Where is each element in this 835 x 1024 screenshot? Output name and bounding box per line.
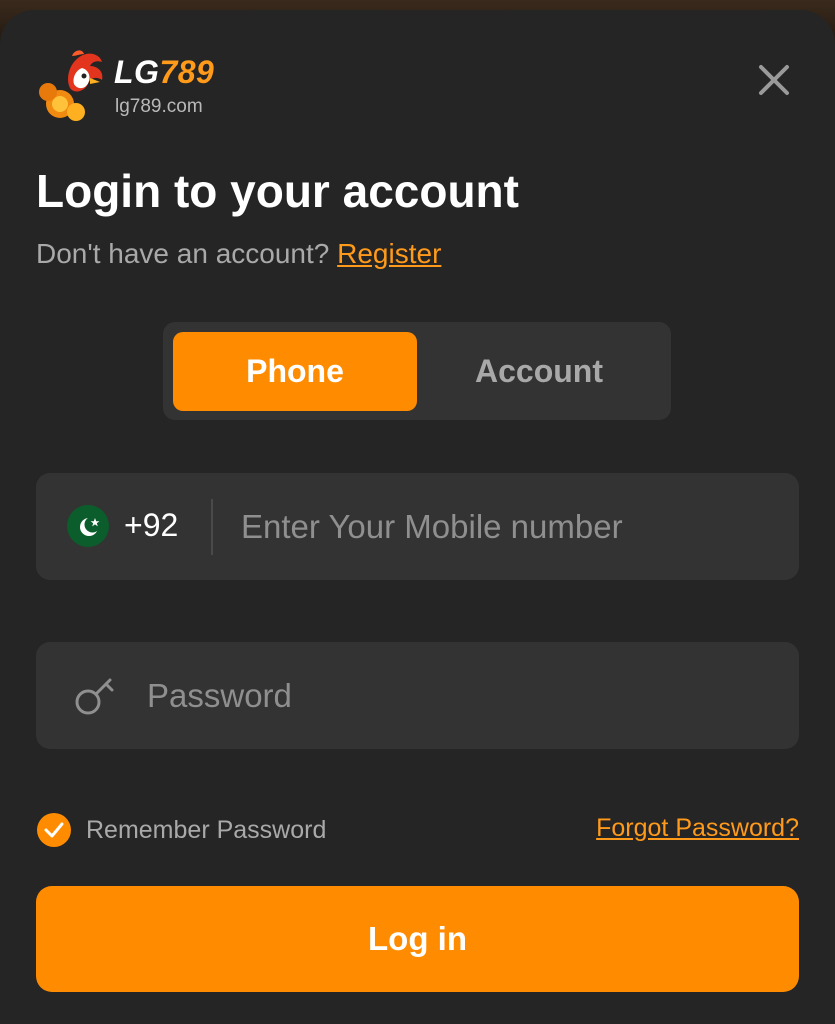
checkmark-icon[interactable] [36, 812, 72, 848]
pakistan-flag-icon[interactable] [67, 505, 109, 547]
no-account-text: Don't have an account? [36, 238, 330, 269]
key-icon [75, 678, 114, 715]
login-button[interactable]: Log in [36, 886, 799, 992]
rooster-logo-icon [39, 50, 103, 121]
country-code[interactable]: +92 [124, 507, 178, 544]
brand-name-part2: 789 [159, 54, 215, 90]
login-method-tabs: Phone Account [163, 322, 671, 420]
brand-name: LG789 [114, 54, 214, 91]
phone-field: +92 [36, 473, 799, 580]
remember-password-label: Remember Password [86, 815, 327, 844]
tab-phone[interactable]: Phone [173, 332, 417, 411]
password-field [36, 642, 799, 749]
tab-account[interactable]: Account [417, 332, 661, 411]
password-input[interactable] [147, 642, 777, 749]
close-icon[interactable] [756, 62, 792, 98]
page-title: Login to your account [36, 165, 519, 217]
remember-password-checkbox[interactable]: Remember Password [36, 812, 326, 848]
brand-name-part1: LG [114, 54, 160, 90]
register-link[interactable]: Register [337, 238, 441, 269]
forgot-password-link[interactable]: Forgot Password? [596, 814, 799, 843]
login-modal: LG789 lg789.com Login to your account Do… [0, 10, 835, 1024]
brand-domain: lg789.com [115, 96, 203, 117]
field-divider [211, 499, 213, 555]
mobile-number-input[interactable] [241, 473, 781, 580]
register-prompt: Don't have an account? Register [36, 238, 441, 270]
